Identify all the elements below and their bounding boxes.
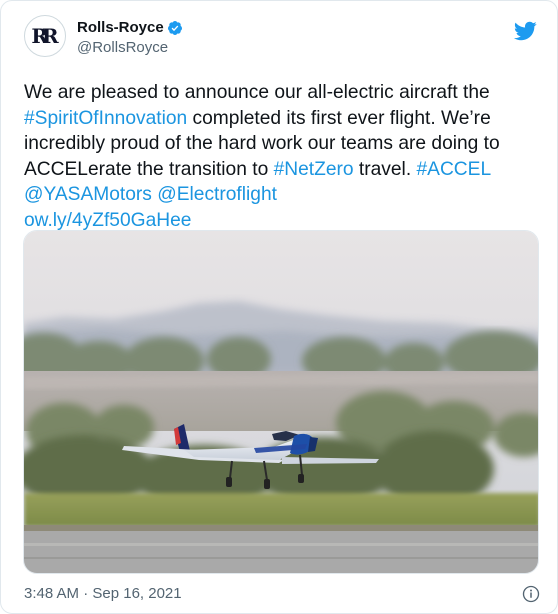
tweet-text: We are pleased to announce our all-elect… [24,80,544,233]
hashtag-spirit-of-innovation[interactable]: #SpiritOfInnovation [24,108,187,129]
author-display-name-row: Rolls-Royce [77,18,183,37]
author-handle: @RollsRoyce [77,39,169,56]
tweet-photo[interactable] [23,230,539,574]
avatar[interactable]: RR [24,15,66,57]
mention-yasa-motors[interactable]: @YASAMotors [24,184,152,205]
tweet-text-part: travel. [353,158,417,180]
tweet-timestamp[interactable]: 3:48 AM · Sep 16, 2021 [24,585,182,603]
aircraft-photo [24,231,538,573]
tweet-header: RR Rolls-Royce @RollsRoyce [24,15,543,65]
avatar-monogram: RR [31,24,58,48]
twitter-bird-icon[interactable] [513,19,537,43]
tweet-text-part: We are pleased to announce our all-elect… [24,82,490,103]
verified-badge-icon [167,20,182,35]
tweet-card: RR Rolls-Royce @RollsRoyce We are please… [0,0,558,614]
author-names[interactable]: Rolls-Royce @RollsRoyce [77,18,183,57]
author-display-name: Rolls-Royce [77,19,164,36]
tweet-link[interactable]: ow.ly/4yZf50GaHee [24,210,191,231]
mention-electroflight[interactable]: @Electroflight [157,184,277,205]
hashtag-net-zero[interactable]: #NetZero [274,159,354,180]
info-icon[interactable] [522,585,540,603]
hashtag-accel[interactable]: #ACCEL [416,159,491,180]
